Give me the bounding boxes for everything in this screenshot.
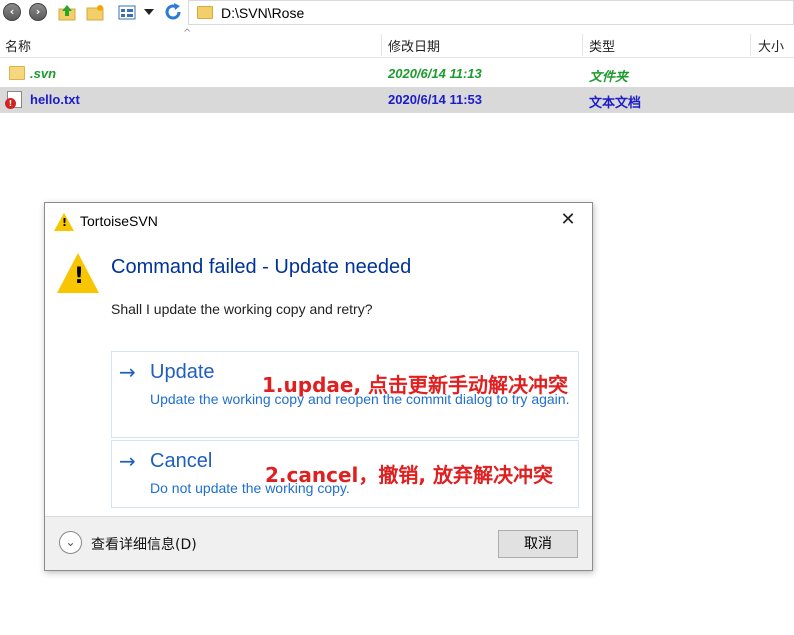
column-header-name[interactable]: 名称 — [5, 36, 31, 55]
file-modified: 2020/6/14 11:53 — [388, 92, 482, 107]
view-icon[interactable] — [116, 1, 138, 23]
column-header-type[interactable]: 类型 — [589, 36, 615, 55]
refresh-icon[interactable] — [162, 1, 184, 23]
column-header-size[interactable]: 大小 — [758, 36, 784, 55]
explorer-toolbar: ‹ › D:\SVN\Rose — [0, 0, 794, 26]
warning-large-mark: ! — [74, 264, 85, 289]
main-instruction: Command failed - Update needed — [111, 256, 412, 278]
sort-up-icon: ^ — [183, 28, 192, 39]
back-icon[interactable]: ‹ — [2, 1, 22, 23]
new-folder-icon[interactable] — [84, 1, 106, 23]
folder-icon — [9, 66, 25, 80]
file-row-hello[interactable]: ! hello.txt 2020/6/14 11:53 文本文档 — [0, 87, 794, 113]
chevron-down-icon[interactable]: ⌄ — [59, 531, 82, 554]
command-label: Cancel — [150, 450, 213, 472]
column-divider[interactable] — [750, 34, 751, 56]
command-label: Update — [150, 361, 215, 383]
file-type: 文件夹 — [589, 69, 629, 84]
arrow-right-icon: → — [119, 360, 136, 384]
file-name: .svn — [30, 66, 57, 81]
up-folder-icon[interactable] — [56, 1, 78, 23]
forward-icon[interactable]: › — [28, 1, 48, 23]
arrow-right-icon: → — [119, 449, 136, 473]
close-icon[interactable]: ✕ — [556, 209, 580, 233]
column-header-modified[interactable]: 修改日期 — [388, 36, 440, 55]
folder-icon — [197, 6, 213, 19]
warning-small-mark: ! — [62, 216, 68, 229]
file-row-svn[interactable]: .svn 2020/6/14 11:13 文件夹 — [0, 61, 794, 87]
dialog-content: Shall I update the working copy and retr… — [111, 301, 373, 317]
cancel-button[interactable]: 取消 — [498, 530, 578, 558]
dialog-title: TortoiseSVN — [80, 213, 158, 229]
column-headers: ^ 名称 修改日期 类型 大小 — [0, 28, 794, 58]
file-type: 文本文档 — [589, 95, 642, 110]
dialog-footer: ⌄ 查看详细信息(D) 取消 — [45, 516, 592, 570]
file-name: hello.txt — [30, 92, 80, 107]
file-modified: 2020/6/14 11:13 — [388, 66, 482, 81]
address-path: D:\SVN\Rose — [221, 4, 305, 21]
view-dropdown-icon[interactable] — [142, 1, 156, 23]
tortoisesvn-dialog: ! TortoiseSVN ✕ ! Command failed - Updat… — [44, 202, 593, 571]
annotation-update: 1.updae, 点击更新手动解决冲突 — [262, 373, 569, 397]
svn-conflict-badge-icon: ! — [5, 98, 16, 109]
address-bar[interactable]: D:\SVN\Rose — [188, 0, 794, 25]
dialog-titlebar[interactable]: ! TortoiseSVN ✕ — [45, 203, 592, 239]
column-divider[interactable] — [582, 34, 583, 56]
column-divider[interactable] — [381, 34, 382, 56]
details-toggle[interactable]: 查看详细信息(D) — [91, 534, 197, 554]
annotation-cancel: 2.cancel，撤销, 放弃解决冲突 — [265, 463, 553, 487]
